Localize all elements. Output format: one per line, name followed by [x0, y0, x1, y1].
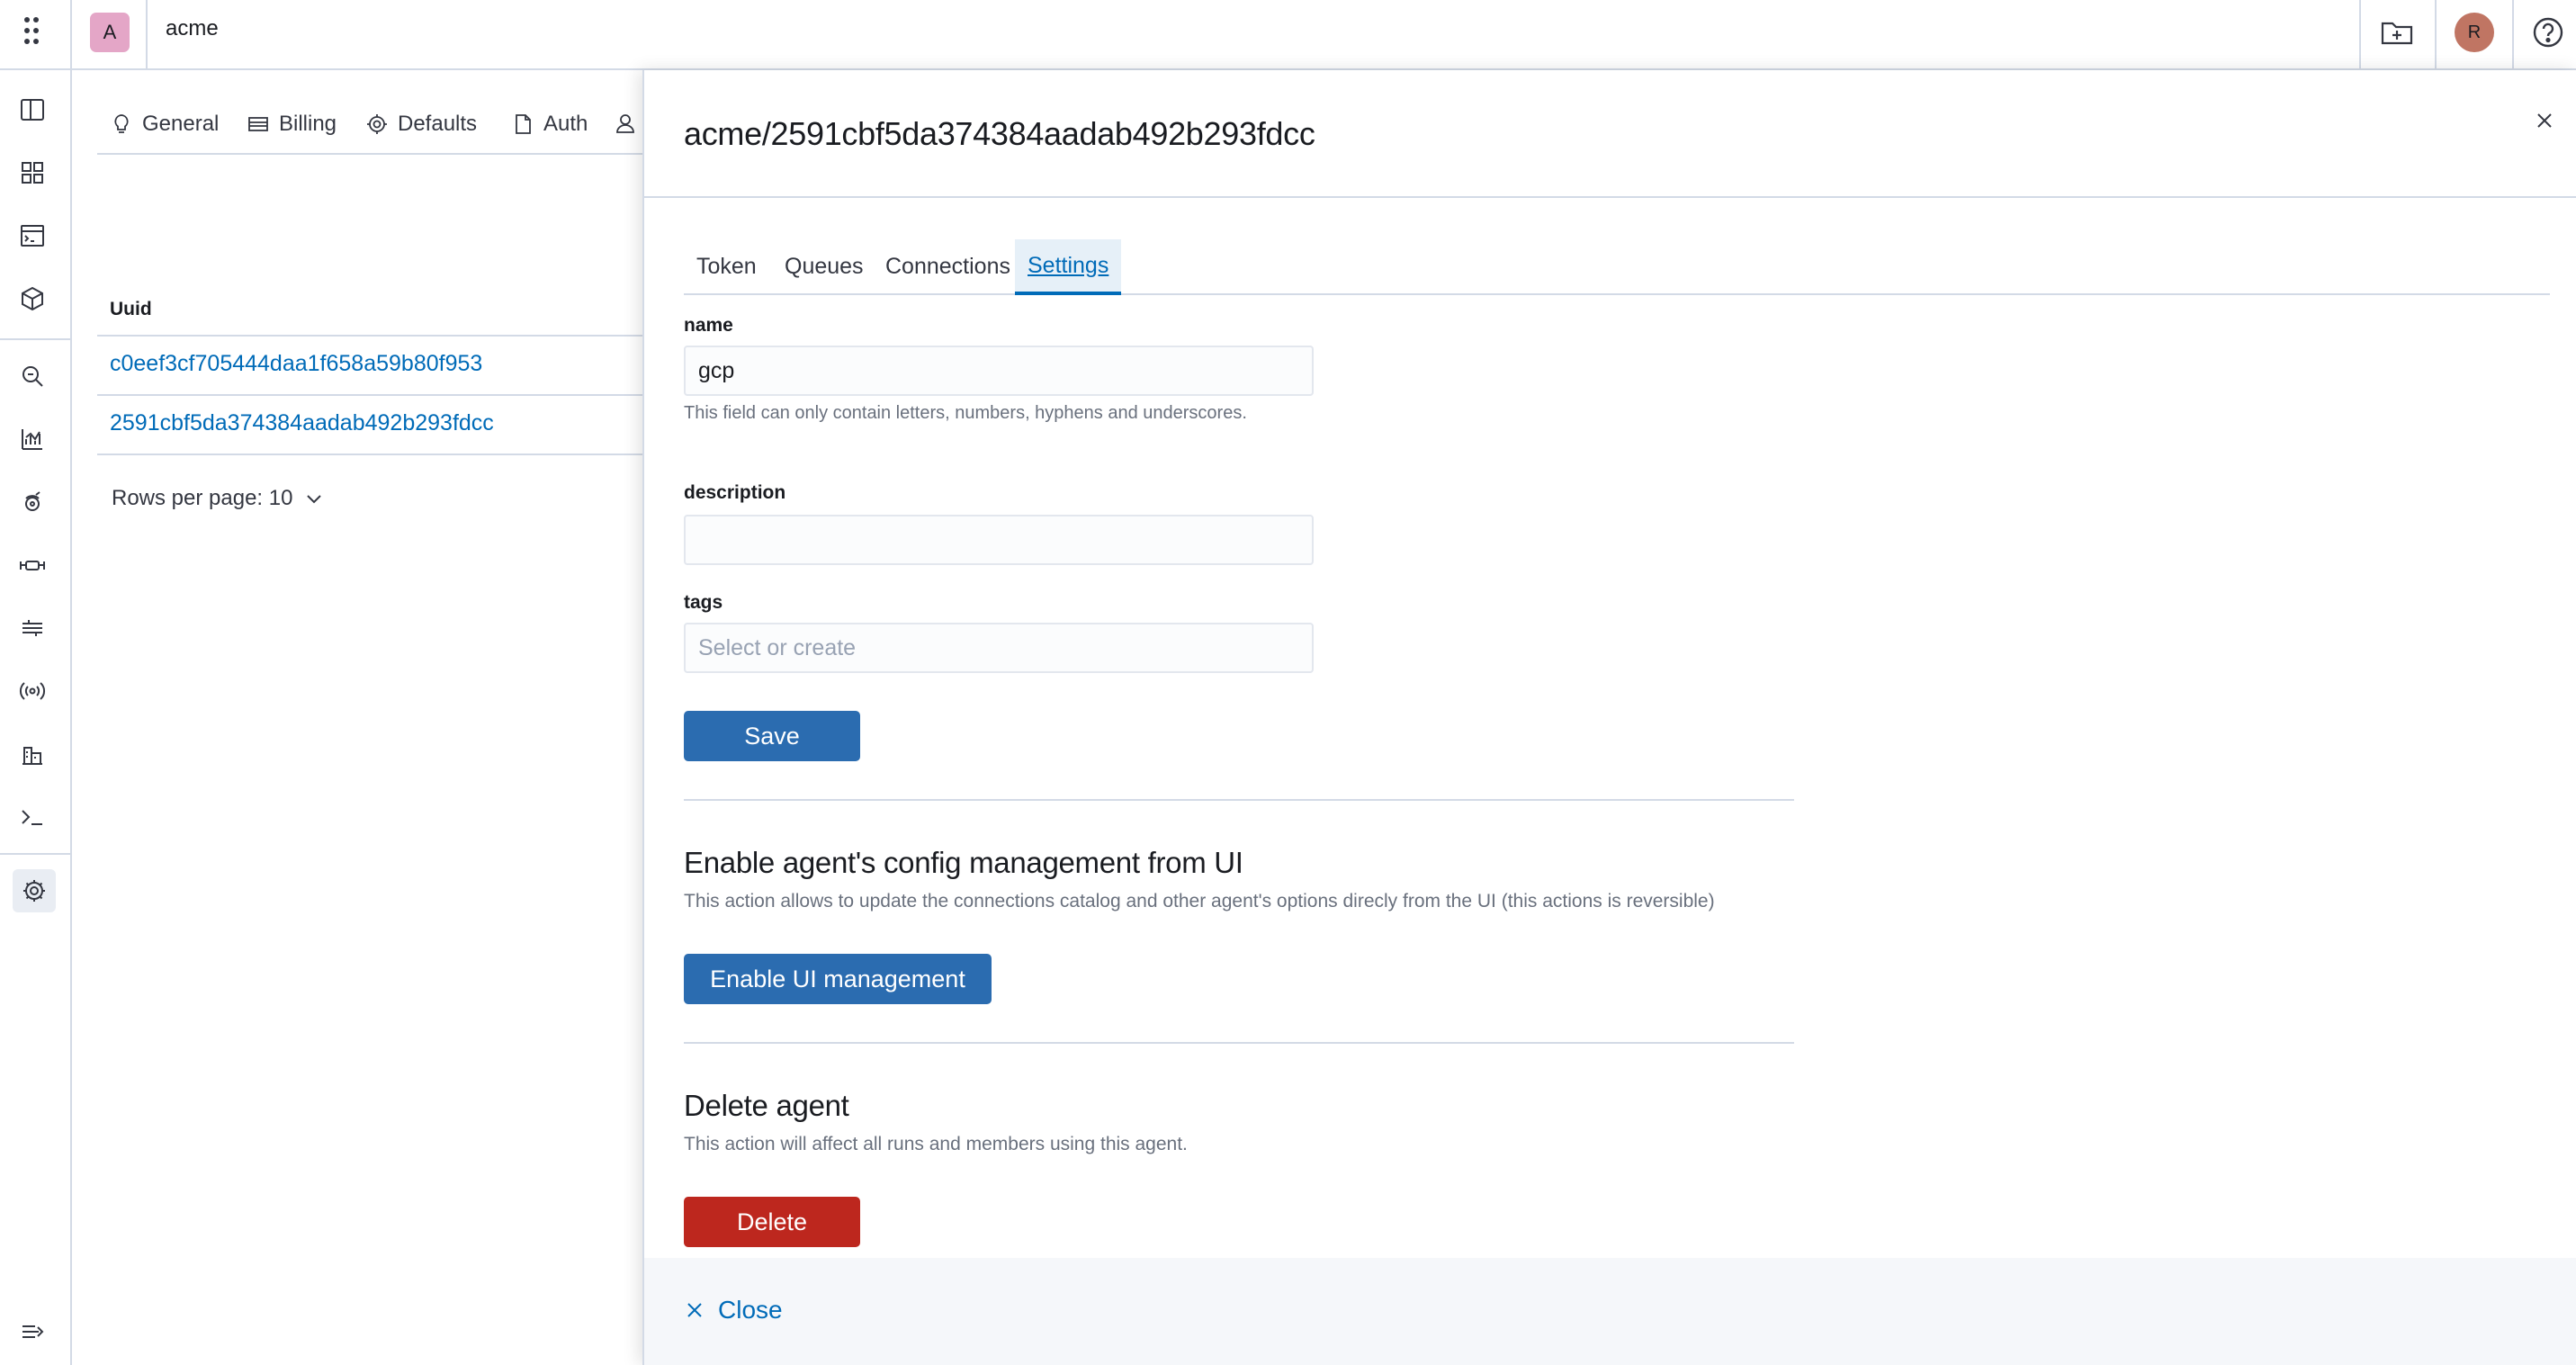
gear-icon: [367, 114, 387, 134]
section-divider: [684, 1042, 1794, 1044]
left-nav-rail: [0, 70, 72, 1365]
topbar-divider: [2435, 0, 2437, 68]
close-icon[interactable]: [2525, 101, 2564, 140]
analytics-icon[interactable]: [14, 421, 50, 457]
document-icon: [516, 114, 531, 134]
hub-icon[interactable]: [14, 484, 50, 520]
agent-uuid-link[interactable]: c0eef3cf705444daa1f658a59b80f953: [110, 351, 482, 377]
tab-members[interactable]: [614, 112, 637, 135]
section-divider: [684, 799, 1794, 801]
table-row: c0eef3cf705444daa1f658a59b80f953: [97, 337, 655, 396]
search-icon[interactable]: [14, 358, 50, 394]
pipeline-icon[interactable]: [14, 547, 50, 583]
description-input[interactable]: [684, 515, 1314, 565]
terminal-prompt-icon[interactable]: [14, 799, 50, 835]
tab-settings[interactable]: Settings: [1015, 239, 1122, 295]
description-label: description: [684, 482, 786, 503]
flyout-tabs: Token Queues Connections Settings: [684, 239, 2550, 295]
delete-agent-description: This action will affect all runs and mem…: [684, 1134, 1188, 1154]
ui-management-description: This action allows to update the connect…: [684, 891, 1715, 911]
buildings-icon[interactable]: [14, 736, 50, 772]
tab-defaults[interactable]: Defaults: [365, 112, 477, 137]
delete-button[interactable]: Delete: [684, 1197, 860, 1247]
user-icon: [616, 114, 634, 133]
flyout-title: acme/2591cbf5da374384aadab492b293fdcc: [684, 115, 1315, 152]
agent-uuid-link[interactable]: 2591cbf5da374384aadab492b293fdcc: [110, 410, 494, 436]
help-icon[interactable]: [2530, 14, 2566, 50]
tags-combobox[interactable]: [684, 623, 1314, 673]
topbar-divider: [2512, 0, 2514, 68]
org-name[interactable]: acme: [166, 16, 219, 41]
lightbulb-icon: [114, 114, 129, 133]
table-header: Uuid: [97, 288, 655, 337]
top-bar: A acme R: [0, 0, 2576, 70]
tab-label: General: [142, 112, 220, 136]
terminal-window-icon[interactable]: [14, 218, 50, 254]
rail-divider: [0, 338, 70, 340]
rail-divider: [0, 853, 70, 855]
settings-tabs: General Billing Defaults Auth: [97, 99, 655, 155]
rows-per-page-select[interactable]: Rows per page: 10: [112, 486, 325, 511]
tab-auth[interactable]: Auth: [511, 112, 588, 137]
settings-icon[interactable]: [13, 869, 56, 912]
close-icon: [687, 1303, 702, 1317]
tags-label: tags: [684, 592, 723, 613]
org-avatar[interactable]: A: [90, 13, 130, 52]
name-input[interactable]: [684, 346, 1314, 396]
footer-close-label: Close: [718, 1296, 783, 1324]
user-avatar[interactable]: R: [2455, 13, 2494, 52]
tab-label: Defaults: [398, 112, 478, 136]
sidebar-toggle-icon[interactable]: [14, 92, 50, 128]
header-divider: [644, 196, 2576, 198]
topbar-divider: [146, 0, 148, 68]
expand-icon[interactable]: [14, 1314, 50, 1350]
ui-management-title: Enable agent's config management from UI: [684, 846, 1243, 879]
queue-icon[interactable]: [14, 610, 50, 646]
delete-agent-title: Delete agent: [684, 1089, 849, 1122]
chevron-down-icon: [307, 495, 322, 504]
table-row: 2591cbf5da374384aadab492b293fdcc: [97, 396, 655, 455]
name-label: name: [684, 315, 733, 336]
topbar-divider: [2359, 0, 2361, 68]
topbar-divider: [70, 0, 72, 68]
agent-flyout: acme/2591cbf5da374384aadab492b293fdcc To…: [642, 70, 2576, 1365]
tab-label: Auth: [543, 112, 588, 136]
tab-billing[interactable]: Billing: [247, 112, 337, 137]
enable-ui-management-button[interactable]: Enable UI management: [684, 954, 992, 1004]
new-folder-icon[interactable]: [2377, 14, 2417, 50]
tab-label: Billing: [279, 112, 337, 136]
cube-icon[interactable]: [14, 281, 50, 317]
apps-menu-icon[interactable]: [16, 13, 49, 49]
dashboard-icon[interactable]: [14, 155, 50, 191]
tab-connections[interactable]: Connections: [873, 239, 1023, 293]
card-icon: [248, 117, 268, 131]
column-header-uuid: Uuid: [110, 299, 152, 319]
rows-per-page-label: Rows per page: 10: [112, 486, 293, 510]
flyout-footer: Close: [644, 1258, 2576, 1365]
footer-close-button[interactable]: Close: [684, 1296, 783, 1325]
tab-queues[interactable]: Queues: [772, 239, 876, 293]
tab-token[interactable]: Token: [684, 239, 769, 293]
name-help-text: This field can only contain letters, num…: [684, 403, 1247, 423]
save-button[interactable]: Save: [684, 711, 860, 761]
broadcast-icon[interactable]: [14, 673, 50, 709]
tab-general[interactable]: General: [110, 112, 219, 137]
